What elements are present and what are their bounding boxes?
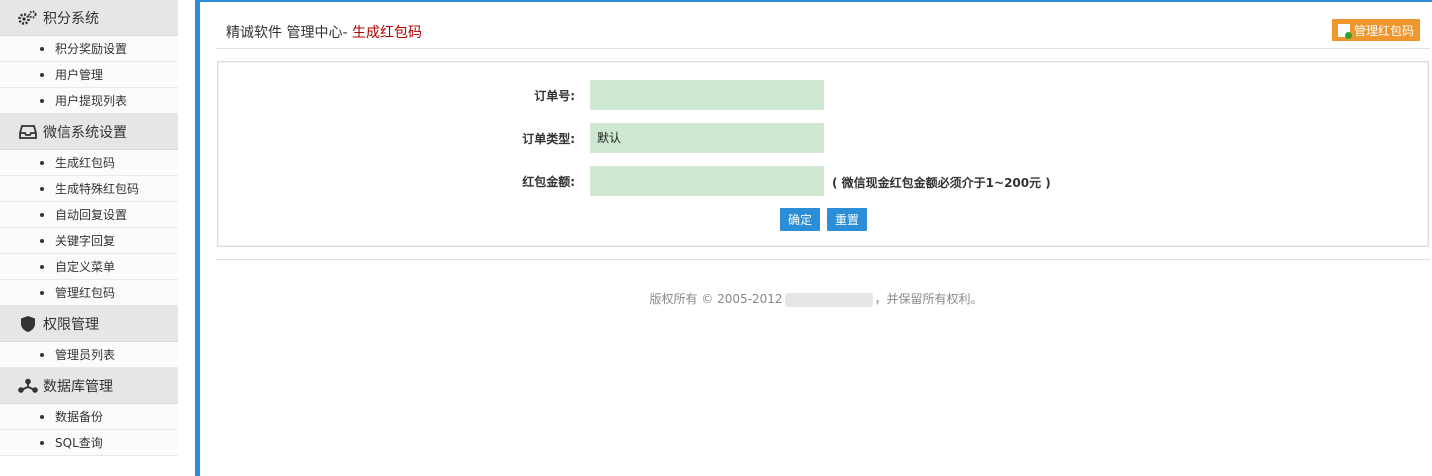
- inbox-icon: [18, 122, 38, 142]
- page-header: 精诚软件 管理中心- 生成红包码 管理红包码: [216, 14, 1430, 49]
- breadcrumb: 精诚软件 管理中心- 生成红包码: [226, 22, 422, 42]
- sidebar-item-label: 生成特殊红包码: [55, 182, 140, 196]
- bullet-icon: [40, 212, 44, 217]
- bullet-icon: [40, 186, 44, 191]
- sidebar-item-label: 关键字回复: [55, 234, 116, 248]
- breadcrumb-prefix: 精诚软件 管理中心-: [226, 25, 348, 41]
- sidebar-item-generate-code[interactable]: 生成红包码: [0, 150, 178, 176]
- sidebar-section-wechat[interactable]: 微信系统设置: [0, 114, 178, 150]
- order-type-input[interactable]: 默认: [590, 123, 824, 153]
- sidebar-item-sql-query[interactable]: SQL查询: [0, 430, 178, 456]
- generate-code-form: 订单号: 订单类型: 默认 红包金额: ( 微信现金红包金额必须介于1~200元…: [217, 61, 1429, 247]
- sidebar-item-label: 积分奖励设置: [55, 42, 128, 56]
- form-row-order-no: 订单号:: [218, 80, 1428, 110]
- sidebar-item-label: 数据备份: [55, 410, 104, 424]
- form-row-order-type: 订单类型: 默认: [218, 123, 1428, 153]
- sidebar-item-label: 生成红包码: [55, 156, 116, 170]
- gears-icon: [18, 8, 38, 28]
- sidebar-item-auto-reply[interactable]: 自动回复设置: [0, 202, 178, 228]
- redacted-company: [784, 292, 873, 307]
- sidebar-item-withdraw-list[interactable]: 用户提现列表: [0, 88, 178, 114]
- sidebar-item-label: 管理员列表: [55, 348, 116, 362]
- order-no-label: 订单号:: [534, 89, 575, 103]
- shield-icon: [18, 314, 38, 334]
- form-row-amount: 红包金额: ( 微信现金红包金额必须介于1~200元 ): [218, 166, 1428, 196]
- bullet-icon: [40, 352, 44, 357]
- sidebar-section-points[interactable]: 积分系统: [0, 0, 178, 36]
- sidebar-item-label: SQL查询: [55, 436, 103, 450]
- bullet-icon: [40, 440, 44, 445]
- sidebar-section-title: 权限管理: [43, 316, 99, 333]
- sidebar-item-backup[interactable]: 数据备份: [0, 404, 178, 430]
- sidebar-item-special-code[interactable]: 生成特殊红包码: [0, 176, 178, 202]
- manage-codes-label: 管理红包码: [1353, 23, 1414, 38]
- amount-input[interactable]: [590, 166, 824, 196]
- sidebar-item-manage-code[interactable]: 管理红包码: [0, 280, 178, 306]
- bullet-icon: [40, 290, 44, 295]
- sidebar-item-keyword-reply[interactable]: 关键字回复: [0, 228, 178, 254]
- sidebar-section-title: 积分系统: [43, 10, 99, 27]
- bullet-icon: [40, 46, 44, 51]
- sidebar-item-label: 自动回复设置: [55, 208, 128, 222]
- bullet-icon: [40, 160, 44, 165]
- sidebar-item-label: 管理红包码: [55, 286, 116, 300]
- footer: 版权所有 © 2005-2012 ，并保留所有权利。: [200, 290, 1432, 307]
- sidebar-section-title: 数据库管理: [43, 378, 113, 395]
- sidebar-section-database[interactable]: 数据库管理: [0, 368, 178, 404]
- breadcrumb-current: 生成红包码: [347, 25, 422, 41]
- amount-label: 红包金额:: [522, 175, 575, 189]
- form-actions: 确定 重置: [780, 208, 868, 231]
- order-no-input[interactable]: [590, 80, 824, 110]
- sidebar-item-label: 自定义菜单: [55, 260, 116, 274]
- copyright-suffix: ，并保留所有权利。: [874, 292, 983, 306]
- sidebar-item-label: 用户管理: [55, 68, 104, 82]
- main-content: 精诚软件 管理中心- 生成红包码 管理红包码 订单号: 订单类型: 默认 红包金…: [200, 0, 1432, 476]
- confirm-button[interactable]: 确定: [780, 208, 821, 231]
- bullet-icon: [40, 238, 44, 243]
- sidebar-section-permissions[interactable]: 权限管理: [0, 306, 178, 342]
- document-add-icon: [1337, 23, 1352, 39]
- reset-button[interactable]: 重置: [827, 208, 868, 231]
- sidebar-item-points-reward[interactable]: 积分奖励设置: [0, 36, 178, 62]
- copyright-prefix: 版权所有 © 2005-2012: [649, 292, 783, 306]
- order-type-label: 订单类型:: [522, 132, 575, 146]
- sidebar: 积分系统 积分奖励设置 用户管理 用户提现列表 微信系统设置 生成红包码 生成特…: [0, 0, 178, 476]
- sidebar-item-custom-menu[interactable]: 自定义菜单: [0, 254, 178, 280]
- sidebar-item-admin-list[interactable]: 管理员列表: [0, 342, 178, 368]
- sidebar-section-title: 微信系统设置: [43, 124, 127, 141]
- amount-hint: ( 微信现金红包金额必须介于1~200元 ): [832, 176, 1051, 190]
- sidebar-item-label: 用户提现列表: [55, 94, 128, 108]
- bullet-icon: [40, 98, 44, 103]
- bullet-icon: [40, 264, 44, 269]
- network-icon: [18, 376, 38, 396]
- manage-codes-button[interactable]: 管理红包码: [1331, 19, 1420, 41]
- bullet-icon: [40, 414, 44, 419]
- bullet-icon: [40, 72, 44, 77]
- sidebar-item-user-manage[interactable]: 用户管理: [0, 62, 178, 88]
- footer-divider: [216, 259, 1430, 260]
